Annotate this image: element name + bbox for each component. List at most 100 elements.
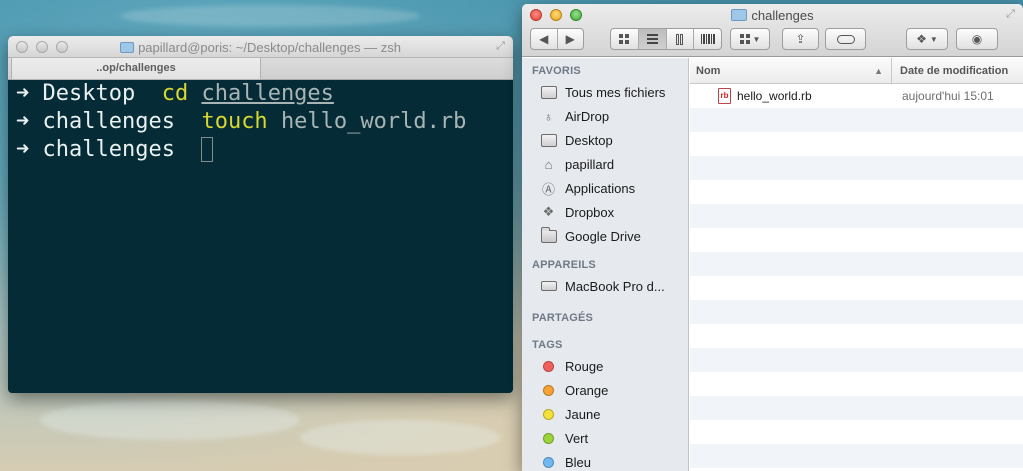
column-header-label: Nom [696,65,721,77]
empty-row [690,204,1023,228]
sidebar-item-label: Tous mes fichiers [565,84,666,100]
sidebar-item-airdrop[interactable]: ♁ AirDrop [522,104,688,128]
dropbox-icon: ❖ [542,204,555,219]
sidebar-item-google-drive[interactable]: Google Drive [522,224,688,248]
folder-icon [731,9,748,21]
back-button[interactable]: ◀ [531,29,558,49]
sidebar-item-label: Applications [565,180,636,196]
terminal-titlebar[interactable]: papillard@poris: ~/Desktop/challenges — … [8,36,513,58]
sidebar-item-tag-orange[interactable]: Orange [522,378,688,402]
terminal-line: ➜ challenges touch hello_world.rb [16,108,513,136]
sidebar-item-tag-blue[interactable]: Bleu [522,450,688,471]
prompt-arrow-icon: ➜ [16,81,30,106]
sidebar-item-tag-red[interactable]: Rouge [522,354,688,378]
list-view-button[interactable] [638,29,667,49]
sidebar-item-label: MacBook Pro d... [565,278,665,294]
column-header-row: Nom ▲ Date de modification [690,58,1023,84]
applications-icon: Ⓐ [541,181,555,197]
tag-color-icon [540,359,557,374]
terminal-window[interactable]: papillard@poris: ~/Desktop/challenges — … [8,36,513,393]
prompt-dir: challenges [42,109,175,134]
sidebar-heading-favorites: FAVORIS [532,65,581,77]
file-date: aujourd'hui 15:01 [902,89,994,103]
file-name: hello_world.rb [737,89,812,103]
command-arg: challenges [201,81,334,106]
dropbox-menu-button[interactable]: ❖ ▼ [906,28,948,50]
sidebar-item-label: Rouge [565,358,604,374]
sidebar-item-applications[interactable]: Ⓐ Applications [522,176,688,200]
coverflow-icon [700,34,715,44]
sort-ascending-icon: ▲ [874,66,883,76]
column-view-button[interactable] [667,29,695,49]
all-files-icon [540,85,557,100]
terminal-title: papillard@poris: ~/Desktop/challenges — … [8,40,513,55]
file-name-cell: rb hello_world.rb [690,88,900,104]
fullscreen-icon[interactable]: ⤢ [1004,8,1017,21]
terminal-tabbar: ..op/challenges [8,58,513,80]
share-button[interactable]: ⇪ [782,28,819,50]
sidebar-item-all-files[interactable]: Tous mes fichiers [522,80,688,104]
sidebar-item-label: Vert [565,430,589,446]
empty-row [690,420,1023,444]
tag-color-icon [540,383,557,398]
empty-row [690,300,1023,324]
prompt-dir: challenges [42,137,175,162]
column-header-date[interactable]: Date de modification [892,58,1023,83]
tags-button[interactable] [825,28,866,50]
terminal-title-text: papillard@poris: ~/Desktop/challenges — … [138,40,401,55]
terminal-line: ➜ challenges [16,136,513,164]
sidebar-item-dropbox[interactable]: ❖ Dropbox [522,200,688,224]
terminal-output[interactable]: ➜ Desktop cd challenges ➜ challenges tou… [8,80,513,164]
sidebar-heading-shared: PARTAGÉS [532,312,594,324]
empty-row [690,396,1023,420]
sidebar-heading-tags: TAGS [532,339,563,351]
quick-look-button[interactable]: ◉ [956,28,998,50]
forward-button[interactable]: ▶ [558,29,584,49]
tag-color-icon [540,407,557,422]
finder-toolbar: challenges ⤢ ◀ ▶ ▼ ⇪ ❖ ▼ ◉ [522,4,1023,57]
list-icon [646,32,658,46]
empty-row [690,132,1023,156]
share-icon: ⇪ [795,32,806,46]
airdrop-icon: ♁ [543,108,554,124]
empty-row [690,108,1023,132]
tag-icon [826,29,865,49]
column-header-name[interactable]: Nom ▲ [690,58,892,83]
folder-icon [120,42,135,53]
sidebar-item-label: papillard [565,156,615,172]
file-rows: rb hello_world.rb aujourd'hui 15:01 [690,84,1023,471]
desktop-icon [540,133,557,148]
arrange-icon: ▼ [731,29,769,49]
command-arg: hello_world.rb [280,109,467,134]
sidebar-item-desktop[interactable]: Desktop [522,128,688,152]
arrange-button[interactable]: ▼ [730,28,770,50]
eye-icon: ◉ [971,32,983,46]
finder-title: challenges [522,8,1023,23]
file-list[interactable]: Nom ▲ Date de modification rb hello_worl… [690,58,1023,471]
sidebar-item-tag-green[interactable]: Vert [522,426,688,450]
chevron-left-icon: ◀ [539,32,549,46]
finder-window[interactable]: challenges ⤢ ◀ ▶ ▼ ⇪ ❖ ▼ ◉ FAVORIS Tous … [522,4,1023,471]
prompt-arrow-icon: ➜ [16,137,30,162]
view-mode-control [610,28,722,50]
sidebar-item-label: Google Drive [565,228,641,244]
tag-color-icon [540,455,557,470]
sidebar-item-tag-yellow[interactable]: Jaune [522,402,688,426]
file-row[interactable]: rb hello_world.rb aujourd'hui 15:01 [690,84,1023,108]
coverflow-view-button[interactable] [694,29,721,49]
empty-row [690,252,1023,276]
laptop-icon [540,279,557,294]
terminal-tab[interactable]: ..op/challenges [11,58,261,80]
sidebar-item-label: Dropbox [565,204,615,220]
empty-row [690,444,1023,468]
command: touch [201,109,268,134]
command: cd [161,81,189,106]
icon-view-button[interactable] [611,29,639,49]
sidebar-item-macbook[interactable]: MacBook Pro d... [522,274,688,298]
sidebar-item-home[interactable]: ⌂ papillard [522,152,688,176]
chevron-right-icon: ▶ [565,32,575,46]
text-cursor[interactable] [201,137,214,162]
folder-icon [540,226,557,244]
prompt-dir: Desktop [42,81,136,106]
fullscreen-icon[interactable]: ⤢ [494,40,507,53]
